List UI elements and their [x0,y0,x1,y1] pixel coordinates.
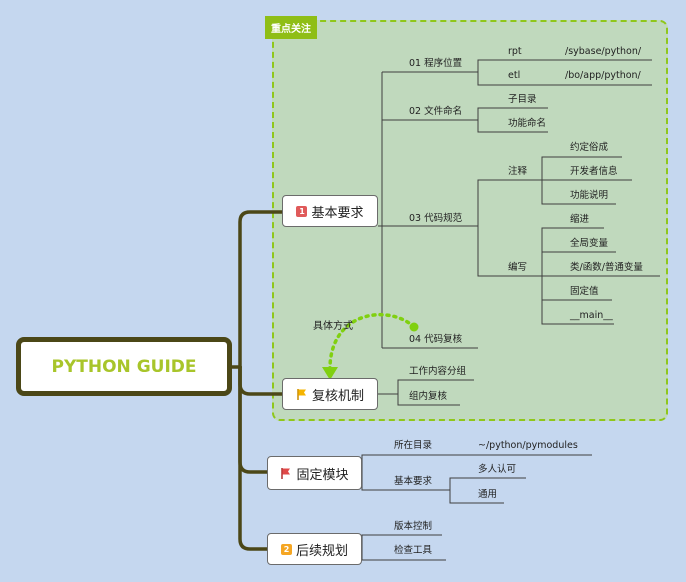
label-rpt[interactable]: rpt [508,46,522,58]
label-constant[interactable]: 固定值 [570,286,599,298]
label-basic-req-2[interactable]: 基本要求 [394,476,432,488]
yellow-flag-icon [297,388,306,400]
label-main[interactable]: __main__ [570,310,613,322]
label-general[interactable]: 通用 [478,489,497,501]
label-function-desc[interactable]: 功能说明 [570,190,608,202]
label-location-dir[interactable]: 所在目录 [394,440,432,452]
node-basic-requirements[interactable]: 1 基本要求 [282,195,378,227]
priority-2-badge: 2 [280,543,292,555]
node-fixed-module[interactable]: 固定模块 [267,456,362,490]
node-label: 后续规划 [295,543,348,559]
node-future-planning[interactable]: 2 后续规划 [267,533,362,565]
node-label: 基本要求 [311,205,364,221]
label-comments[interactable]: 注释 [508,166,527,178]
node-label: 固定模块 [296,467,349,483]
relation-start-dot [409,322,419,332]
relation-label: 具体方式 [313,321,353,332]
label-work-grouping[interactable]: 工作内容分组 [409,366,466,378]
label-code-review[interactable]: 04 代码复核 [409,334,462,346]
label-writing[interactable]: 编写 [508,262,527,274]
label-subdirectory[interactable]: 子目录 [508,94,537,106]
label-check-tools[interactable]: 检查工具 [394,545,432,557]
label-developer-info[interactable]: 开发者信息 [570,166,618,178]
label-group-review[interactable]: 组内复核 [409,391,447,403]
priority-1-badge: 1 [296,205,308,217]
node-review-mechanism[interactable]: 复核机制 [282,378,378,410]
label-global-var[interactable]: 全局变量 [570,238,608,250]
red-flag-icon [281,467,291,479]
label-function-naming[interactable]: 功能命名 [508,118,546,130]
label-indent[interactable]: 缩进 [570,214,589,226]
node-label: 复核机制 [311,388,364,404]
root-node[interactable]: PYTHON GUIDE [16,337,232,396]
label-etl[interactable]: etl [508,70,520,82]
label-rpt-path[interactable]: /sybase/python/ [565,46,641,58]
label-convention[interactable]: 约定俗成 [570,142,608,154]
label-multi-approval[interactable]: 多人认可 [478,464,516,476]
label-file-naming[interactable]: 02 文件命名 [409,106,462,118]
label-etl-path[interactable]: /bo/app/python/ [565,70,641,82]
label-code-standard[interactable]: 03 代码规范 [409,213,462,225]
label-program-location[interactable]: 01 程序位置 [409,58,462,70]
label-class-func-var[interactable]: 类/函数/普通变量 [570,262,643,274]
label-version-control[interactable]: 版本控制 [394,521,432,533]
label-pymodules-path[interactable]: ~/python/pymodules [478,440,578,452]
